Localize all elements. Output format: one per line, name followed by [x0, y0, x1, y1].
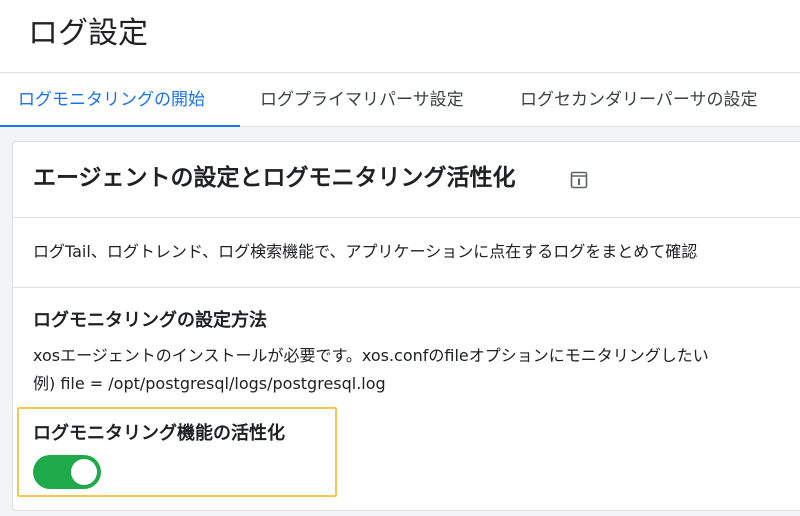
card-description-row: ログTail、ログトレンド、ログ検索機能で、アプリケーションに点在するログをまと…: [13, 218, 800, 288]
card-description: ログTail、ログトレンド、ログ検索機能で、アプリケーションに点在するログをまと…: [33, 242, 698, 261]
setup-example: 例) file = /opt/postgresql/logs/postgresq…: [33, 374, 386, 393]
info-icon[interactable]: [569, 170, 589, 190]
card-title: エージェントの設定とログモニタリング活性化: [33, 165, 516, 191]
log-monitoring-toggle[interactable]: [33, 455, 101, 489]
tab-bar: ログモニタリングの開始 ログプライマリパーサ設定 ログセカンダリーパーサの設定: [0, 72, 800, 128]
tab-label: ログモニタリングの開始: [18, 90, 205, 110]
activation-label: ログモニタリング機能の活性化: [33, 423, 285, 444]
tab-log-monitoring-start[interactable]: ログモニタリングの開始: [0, 73, 240, 128]
agent-settings-card: エージェントの設定とログモニタリング活性化 ログTail、ログトレンド、ログ検索…: [12, 141, 800, 511]
tab-secondary-parser-settings[interactable]: ログセカンダリーパーサの設定: [520, 73, 758, 127]
page-header: ログ設定: [0, 0, 800, 72]
setup-section-title: ログモニタリングの設定方法: [33, 310, 267, 331]
setup-instructions: xosエージェントのインストールが必要です。xos.confのfileオプション…: [33, 346, 709, 365]
toggle-knob: [71, 459, 97, 485]
activation-highlight: ログモニタリング機能の活性化: [17, 407, 337, 497]
tab-label: ログセカンダリーパーサの設定: [520, 90, 758, 110]
tab-primary-parser-settings[interactable]: ログプライマリパーサ設定: [260, 73, 464, 127]
card-header: エージェントの設定とログモニタリング活性化: [13, 142, 800, 218]
tab-label: ログプライマリパーサ設定: [260, 90, 464, 110]
page-title: ログ設定: [28, 16, 148, 51]
